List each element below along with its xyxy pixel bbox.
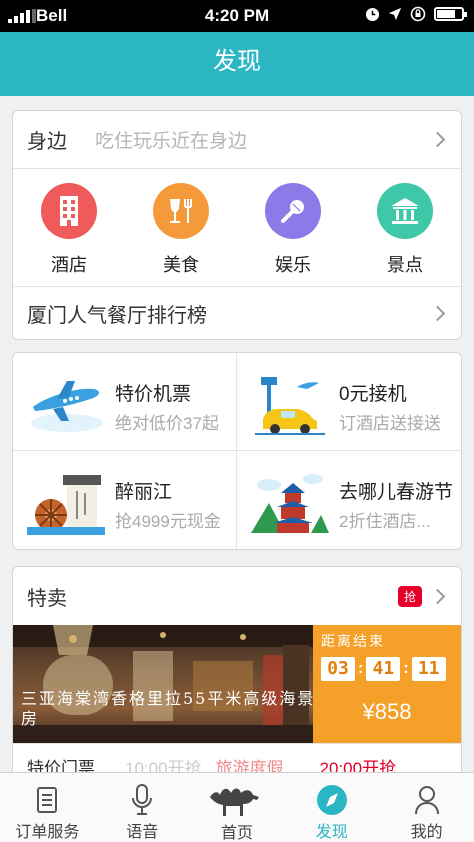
tab-voice[interactable]: 语音 — [95, 773, 190, 842]
category-entertainment[interactable]: 娱乐 — [237, 169, 349, 286]
camel-icon — [209, 788, 259, 816]
tab-profile[interactable]: 我的 — [379, 773, 474, 842]
tab-discover[interactable]: 发现 — [284, 773, 379, 842]
countdown-hours: 03 — [321, 657, 355, 681]
nearby-label: 身边 — [27, 131, 67, 153]
battery-icon — [434, 7, 467, 21]
deal-hero-banner[interactable]: 三亚海棠湾香格里拉55平米高级海景房 距离结束 03 : 41 : 11 ¥85… — [13, 625, 461, 743]
nearby-search-row[interactable]: 身边 吃住玩乐近在身边 — [13, 111, 461, 169]
countdown-panel: 距离结束 03 : 41 : 11 ¥858 — [313, 625, 461, 743]
navigation-bar: 发现 — [0, 32, 474, 96]
category-hotel[interactable]: 酒店 — [13, 169, 125, 286]
category-label: 酒店 — [51, 255, 87, 275]
promo-flight-deals[interactable]: 特价机票 绝对低价37起 — [13, 353, 237, 451]
promo-spring-festival[interactable]: 去哪儿春游节 2折住酒店... — [237, 451, 461, 549]
tab-bar: 订单服务 语音 首页 发现 我的 — [0, 772, 474, 842]
category-attractions[interactable]: 景点 — [349, 169, 461, 286]
airport-car-icon — [255, 377, 325, 435]
hotel-icon — [41, 183, 97, 239]
nearby-card: 身边 吃住玩乐近在身边 酒店 美食 娱乐 景点 厦门人气餐厅排行榜 — [12, 110, 462, 340]
tab-home[interactable]: 首页 — [190, 773, 285, 842]
tab-label: 语音 — [126, 824, 159, 841]
chevron-right-icon — [429, 131, 446, 148]
tab-label: 我的 — [410, 824, 443, 841]
rotation-lock-icon — [410, 6, 426, 22]
category-food[interactable]: 美食 — [125, 169, 237, 286]
category-label: 景点 — [387, 255, 423, 275]
microphone-icon — [265, 183, 321, 239]
microphone-icon — [132, 783, 153, 815]
airplane-icon — [31, 381, 103, 432]
temple-icon — [377, 183, 433, 239]
countdown-minutes: 41 — [366, 657, 401, 681]
nearby-hint: 吃住玩乐近在身边 — [95, 131, 248, 152]
chevron-right-icon — [429, 305, 446, 321]
restaurant-ranking-row[interactable]: 厦门人气餐厅排行榜 — [13, 287, 461, 339]
deals-card: 特卖 抢 三亚海棠湾香格里拉55平米高级海景房 距离结束 03 : 41 : 1… — [12, 566, 462, 792]
page-title: 发现 — [213, 48, 261, 75]
category-label: 娱乐 — [275, 255, 311, 275]
tab-label: 订单服务 — [15, 824, 80, 841]
promo-subtitle: 绝对低价37起 — [115, 414, 219, 433]
promo-title: 特价机票 — [115, 384, 192, 405]
deals-label: 特卖 — [27, 587, 67, 610]
ranking-label: 厦门人气餐厅排行榜 — [27, 304, 207, 327]
promo-title: 去哪儿春游节 — [339, 482, 454, 503]
promo-title: 醉丽江 — [115, 482, 173, 503]
timer-label: 距离结束 — [321, 633, 385, 649]
pagoda-icon — [251, 474, 329, 533]
promo-card: 特价机票 绝对低价37起 0元接机 订酒店送接送 醉丽江 抢4999元现金 去哪… — [12, 352, 462, 550]
deal-price: ¥858 — [362, 699, 412, 724]
tab-label: 首页 — [220, 825, 253, 842]
promo-lijiang[interactable]: 醉丽江 抢4999元现金 — [13, 451, 237, 549]
grab-badge: 抢 — [397, 585, 422, 607]
promo-subtitle: 抢4999元现金 — [115, 512, 221, 531]
clock-icon — [365, 7, 380, 21]
countdown-seconds: 11 — [411, 657, 446, 681]
promo-title: 0元接机 — [339, 384, 407, 405]
category-label: 美食 — [163, 255, 199, 275]
user-icon — [414, 785, 439, 814]
document-icon — [37, 786, 58, 813]
tab-label: 发现 — [315, 824, 348, 841]
category-grid: 酒店 美食 娱乐 景点 — [13, 169, 461, 287]
promo-subtitle: 2折住酒店... — [339, 512, 431, 531]
promo-subtitle: 订酒店送接送 — [339, 414, 441, 433]
status-bar: Bell 4:20 PM — [0, 0, 474, 32]
promo-free-pickup[interactable]: 0元接机 订酒店送接送 — [237, 353, 461, 451]
deal-caption: 三亚海棠湾香格里拉55平米高级海景房 — [21, 689, 316, 728]
location-arrow-icon — [388, 7, 402, 21]
deals-header[interactable]: 特卖 抢 — [13, 567, 461, 625]
food-icon — [153, 183, 209, 239]
lijiang-icon — [27, 475, 105, 535]
compass-icon — [316, 784, 347, 815]
tab-orders[interactable]: 订单服务 — [0, 773, 95, 842]
chevron-right-icon — [429, 588, 446, 604]
